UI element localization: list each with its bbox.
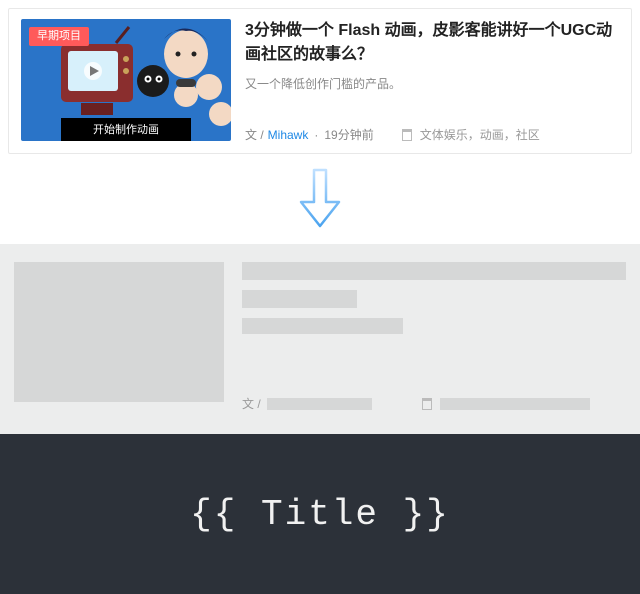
tag-badge: 早期项目 bbox=[29, 27, 89, 46]
skeleton-desc-line bbox=[242, 318, 403, 334]
template-code-strip: {{ Title }} bbox=[0, 434, 640, 594]
category-list: 文体娱乐，动画，社区 bbox=[420, 126, 540, 143]
article-title[interactable]: 3分钟做一个 Flash 动画，皮影客能讲好一个UGC动画社区的故事么？ bbox=[245, 19, 619, 67]
skeleton-author-pill bbox=[267, 398, 372, 410]
skeleton-title-line-2 bbox=[242, 290, 357, 308]
meta-prefix: 文 / bbox=[245, 126, 264, 143]
transform-arrow bbox=[0, 154, 640, 244]
card-body: 3分钟做一个 Flash 动画，皮影客能讲好一个UGC动画社区的故事么？ 又一个… bbox=[245, 19, 619, 143]
skeleton-title-line-1 bbox=[242, 262, 626, 280]
skeleton-card: 文 / bbox=[0, 244, 640, 434]
article-description: 又一个降低创作门槛的产品。 bbox=[245, 75, 619, 93]
skeleton-meta: 文 / bbox=[242, 395, 626, 412]
meta-sep: · bbox=[314, 128, 318, 142]
template-expression: {{ Title }} bbox=[190, 494, 450, 535]
article-meta: 文 / Mihawk · 19分钟前 文体娱乐，动画，社区 bbox=[245, 126, 619, 143]
article-card[interactable]: 早期项目 开始制作动画 3分钟做一个 Flash 动画，皮影客能讲好一个UGC动… bbox=[8, 8, 632, 154]
skeleton-category-icon bbox=[422, 398, 432, 410]
article-thumbnail: 早期项目 开始制作动画 bbox=[21, 19, 231, 141]
category-icon bbox=[402, 129, 412, 141]
skeleton-category-pill bbox=[440, 398, 590, 410]
thumb-caption: 开始制作动画 bbox=[61, 118, 191, 141]
author-link[interactable]: Mihawk bbox=[268, 128, 309, 142]
skeleton-body: 文 / bbox=[242, 262, 626, 412]
skeleton-thumb bbox=[14, 262, 224, 402]
arrow-down-icon bbox=[297, 168, 343, 230]
skeleton-meta-prefix: 文 / bbox=[242, 395, 261, 412]
publish-time: 19分钟前 bbox=[324, 126, 373, 143]
